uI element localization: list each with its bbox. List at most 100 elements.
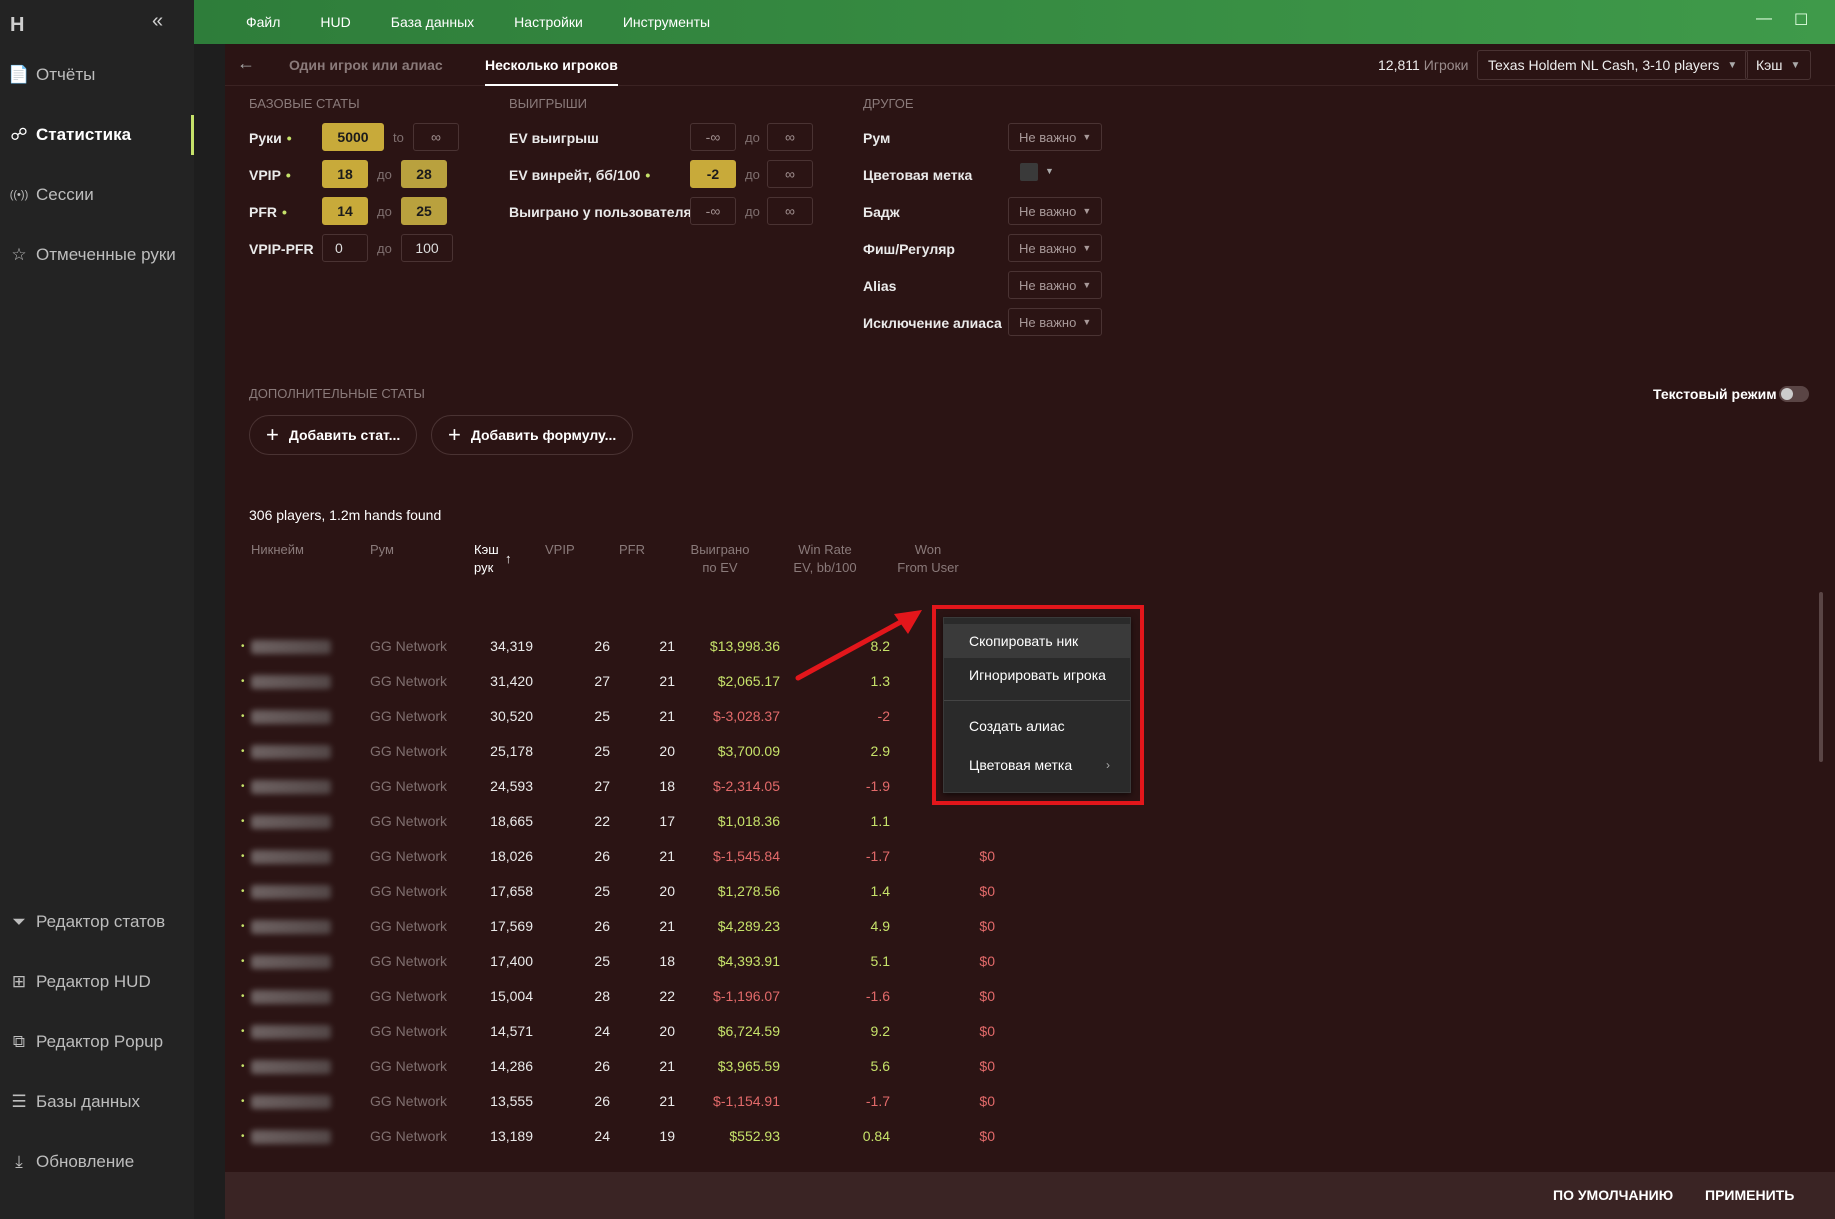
vpip-to-input[interactable]: 28 — [401, 160, 447, 188]
results-summary: 306 players, 1.2m hands found — [249, 507, 442, 523]
table-row[interactable]: • GG Network 17,658 25 20 $1,278.56 1.4 $0 — [225, 874, 1785, 909]
ev-winrate-from-input[interactable]: -2 — [690, 160, 736, 188]
table-row[interactable]: • GG Network 15,004 28 22 $-1,196.07 -1.6 $0 — [225, 979, 1785, 1014]
minimize-icon[interactable]: — — [1756, 10, 1772, 28]
cell-hands: 30,520 — [490, 708, 533, 724]
copy-nick-menu-item[interactable]: Скопировать ник — [944, 624, 1130, 658]
won-from-user-to-input[interactable]: ∞ — [767, 197, 813, 225]
color-tag-menu-item[interactable]: Цветовая метка › — [944, 748, 1130, 782]
ev-winnings-from-input[interactable]: -∞ — [690, 123, 736, 151]
cell-pfr: 21 — [659, 673, 675, 689]
table-row[interactable]: • GG Network 17,569 26 21 $4,289.23 4.9 $0 — [225, 909, 1785, 944]
column-header-winrate[interactable]: Win Rate EV, bb/100 — [785, 541, 865, 577]
sidebar-item-label: Сессии — [36, 185, 94, 204]
pfr-to-input[interactable]: 25 — [401, 197, 447, 225]
sidebar-item-marked-hands[interactable]: ☆ Отмеченные руки — [0, 235, 194, 275]
chevron-down-icon: ▼ — [1082, 132, 1092, 142]
sidebar-item-stat-editor[interactable]: ⏷ Редактор статов — [0, 902, 194, 942]
range-separator: до — [377, 241, 392, 256]
add-stat-button[interactable]: + Добавить стат... — [249, 415, 418, 455]
sidebar-item-hud-editor[interactable]: ⊞ Редактор HUD — [0, 962, 194, 1002]
text-mode-toggle[interactable] — [1779, 386, 1809, 402]
table-row[interactable]: • GG Network 18,026 26 21 $-1,545.84 -1.7 $0 — [225, 839, 1785, 874]
filter-label-alias: Alias — [863, 278, 897, 294]
cell-hands: 17,658 — [490, 883, 533, 899]
sidebar-item-update[interactable]: ⤓ Обновление — [0, 1142, 194, 1182]
table-row[interactable]: • GG Network 13,555 26 21 $-1,154.91 -1.7 $0 — [225, 1084, 1785, 1119]
table-row[interactable]: • GG Network 14,571 24 20 $6,724.59 9.2 $0 — [225, 1014, 1785, 1049]
cell-ev-won: $-3,028.37 — [713, 708, 780, 724]
vpip-pfr-to-input[interactable]: 100 — [401, 234, 453, 262]
cell-winrate: 1.1 — [870, 813, 890, 829]
filter-label-fish-reg: Фиш/Регуляр — [863, 241, 955, 257]
back-arrow-icon[interactable]: ← — [237, 53, 255, 74]
pfr-from-input[interactable]: 14 — [322, 197, 368, 225]
fish-reg-select[interactable]: Не важно ▼ — [1008, 234, 1103, 262]
sidebar-item-sessions[interactable]: ((•)) Сессии — [0, 175, 194, 215]
cell-won-from-user: $0 — [979, 848, 995, 864]
column-header-ev-won[interactable]: Выиграно по EV — [685, 541, 755, 577]
scrollbar-thumb[interactable] — [1819, 592, 1823, 762]
cell-winrate: -1.7 — [865, 848, 890, 864]
winnings-title: ВЫИГРЫШИ — [509, 96, 587, 111]
table-row[interactable]: • GG Network 17,400 25 18 $4,393.91 5.1 $0 — [225, 944, 1785, 979]
collapse-sidebar-icon[interactable]: « — [152, 10, 163, 33]
badge-select[interactable]: Не важно ▼ — [1008, 197, 1103, 225]
ev-winnings-to-input[interactable]: ∞ — [767, 123, 813, 151]
room-select[interactable]: Не важно ▼ — [1008, 123, 1103, 151]
column-header-won-from-user[interactable]: Won From User — [893, 541, 963, 577]
database-icon: ☰ — [11, 1092, 27, 1111]
layout-icon: ⊞ — [11, 972, 27, 991]
hands-to-input[interactable]: ∞ — [413, 123, 459, 151]
alias-exclusion-select[interactable]: Не важно ▼ — [1008, 308, 1103, 336]
vpip-from-input[interactable]: 18 — [322, 160, 368, 188]
cell-vpip: 26 — [594, 1058, 610, 1074]
cell-ev-won: $13,998.36 — [709, 638, 780, 654]
add-formula-button[interactable]: + Добавить формулу... — [431, 415, 634, 455]
cell-hands: 31,420 — [490, 673, 533, 689]
table-row[interactable]: • GG Network 13,189 24 19 $552.93 0.84 $0 — [225, 1119, 1785, 1154]
tab-single-player[interactable]: Один игрок или алиас — [289, 57, 443, 73]
ev-winrate-to-input[interactable]: ∞ — [767, 160, 813, 188]
alias-select[interactable]: Не важно ▼ — [1008, 271, 1103, 299]
ignore-player-menu-item[interactable]: Игнорировать игрока — [944, 658, 1130, 692]
apply-button[interactable]: ПРИМЕНИТЬ — [1705, 1187, 1794, 1203]
won-from-user-from-input[interactable]: -∞ — [690, 197, 736, 225]
sidebar-item-databases[interactable]: ☰ Базы данных — [0, 1082, 194, 1122]
cell-room: GG Network — [370, 953, 448, 969]
table-row[interactable]: • GG Network 18,665 22 17 $1,018.36 1.1 — [225, 804, 1785, 839]
cell-hands: 18,026 — [490, 848, 533, 864]
sidebar-item-reports[interactable]: 📄 Отчёты — [0, 55, 194, 95]
column-header-room[interactable]: Рум — [370, 541, 394, 559]
column-header-nickname[interactable]: Никнейм — [251, 541, 304, 559]
hands-from-input[interactable]: 5000 — [322, 123, 384, 151]
cell-room: GG Network — [370, 1058, 448, 1074]
column-header-hands[interactable]: Кэш рук — [474, 541, 499, 577]
table-row[interactable]: • GG Network 14,286 26 21 $3,965.59 5.6 $0 — [225, 1049, 1785, 1084]
mode-dropdown[interactable]: Кэш ▼ — [1745, 50, 1812, 80]
cell-winrate: -1.9 — [865, 778, 890, 794]
maximize-icon[interactable]: ☐ — [1794, 10, 1808, 30]
game-type-dropdown[interactable]: Texas Holdem NL Cash, 3-10 players ▼ — [1477, 50, 1749, 80]
menu-tools[interactable]: Инструменты — [623, 14, 710, 30]
player-nickname-blurred — [251, 745, 331, 759]
menu-settings[interactable]: Настройки — [514, 14, 583, 30]
filter-label-alias-exclusion: Исключение алиаса — [863, 315, 1002, 331]
sidebar-item-label: Отчёты — [36, 65, 96, 84]
chevron-down-icon[interactable]: ▼ — [1045, 166, 1054, 176]
sidebar-item-statistics[interactable]: ☍ Статистика — [0, 115, 194, 155]
vpip-pfr-from-input[interactable]: 0 — [322, 234, 368, 262]
menu-file[interactable]: Файл — [246, 14, 280, 30]
reset-default-button[interactable]: ПО УМОЛЧАНИЮ — [1553, 1187, 1673, 1203]
create-alias-menu-item[interactable]: Создать алиас — [944, 709, 1130, 743]
tab-multiple-players[interactable]: Несколько игроков — [485, 57, 618, 86]
menu-hud[interactable]: HUD — [320, 14, 350, 30]
menu-database[interactable]: База данных — [391, 14, 474, 30]
sidebar-item-popup-editor[interactable]: ⧉ Редактор Popup — [0, 1022, 194, 1062]
cell-ev-won: $-2,314.05 — [713, 778, 780, 794]
cell-vpip: 22 — [594, 813, 610, 829]
cell-won-from-user: $0 — [979, 883, 995, 899]
color-tag-swatch[interactable] — [1020, 163, 1038, 181]
column-header-vpip[interactable]: VPIP — [545, 541, 575, 559]
column-header-pfr[interactable]: PFR — [619, 541, 645, 559]
